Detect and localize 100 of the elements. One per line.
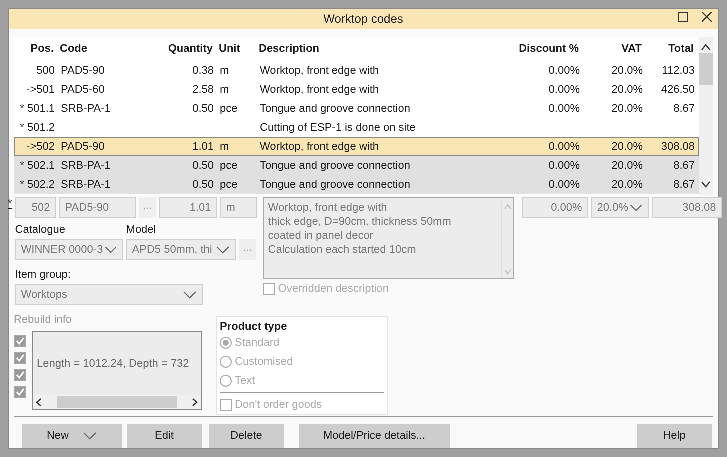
table-cell-text: ->502 [26, 140, 56, 154]
table-cell-text: 0.00% [548, 178, 581, 192]
table-cell-text: 426.50 [660, 82, 696, 96]
table-cell-text: 0.50 [192, 158, 215, 172]
radio-button[interactable] [220, 337, 232, 350]
column-header[interactable]: Unit [216, 42, 256, 56]
table-cell-text: PAD5-60 [60, 82, 106, 96]
dont-order-label: Don't order goods [235, 398, 322, 412]
table-cell-text: ->501 [26, 82, 56, 96]
caret-icon [630, 204, 644, 212]
description-line: Worktop, front edge with [268, 201, 388, 215]
table-cell-text: Worktop, front edge with [259, 64, 380, 78]
table-cell-text: * 502.2 [19, 178, 56, 192]
scroll-left-icon[interactable] [36, 398, 42, 406]
row-marker: * [8, 197, 12, 211]
table-cell-text: 2.58 [192, 82, 215, 96]
table-row[interactable]: * 502.2 SRB-PA-1 0.50 pce Tongue and groove connection 0.00% 20.0% 8.67 [14, 175, 699, 194]
column-header[interactable]: Code [57, 42, 156, 56]
scroll-thumb[interactable] [57, 396, 177, 408]
table-cell-text: Tongue and groove connection [259, 178, 412, 192]
table-cell-text: 8.67 [672, 102, 696, 116]
dialog-button[interactable]: Help [637, 424, 712, 448]
pos-field[interactable]: 502 [15, 197, 56, 218]
close-icon[interactable] [702, 12, 712, 22]
table-cell-text: 0.50 [192, 102, 215, 116]
table-cell-text: 20.0% [610, 102, 644, 116]
caret-icon [216, 246, 230, 254]
table-cell-text: m [219, 140, 230, 154]
rebuild-checkbox[interactable] [14, 335, 26, 347]
radio-button[interactable] [220, 374, 232, 387]
vat-select[interactable]: 20.0% [591, 197, 650, 218]
table-cell-text: 8.67 [672, 158, 696, 172]
table-cell-text: SRB-PA-1 [60, 102, 112, 116]
menu-button[interactable]: New [22, 424, 122, 448]
table-cell-text: 20.0% [610, 158, 644, 172]
item-group-select[interactable]: Worktops [15, 284, 204, 305]
quantity-field[interactable]: 1.01 [159, 197, 218, 218]
code-field[interactable]: PAD5-90 [59, 197, 136, 218]
overridden-label: Overridden description [278, 282, 389, 296]
table-cell-text: SRB-PA-1 [60, 178, 112, 192]
discount-field[interactable]: 0.00% [522, 197, 588, 218]
table-cell-text: 20.0% [610, 82, 644, 96]
overridden-checkbox[interactable] [263, 283, 276, 295]
maximize-icon[interactable] [678, 12, 688, 22]
scroll-down-icon[interactable] [701, 181, 711, 189]
rebuild-checkbox[interactable] [14, 386, 26, 398]
table-cell-text: 0.00% [548, 82, 581, 96]
table-cell-text: pce [219, 158, 239, 172]
column-header[interactable]: Discount % [515, 42, 582, 56]
table-cell-text: 1.01 [192, 140, 215, 154]
table-cell-text: * 501.2 [19, 120, 56, 134]
catalogue-label: Catalogue [15, 223, 66, 237]
column-header[interactable]: Total [645, 42, 697, 56]
radio-button[interactable] [220, 356, 232, 368]
model-select[interactable]: APD5 50mm, thi [126, 239, 236, 260]
column-header[interactable]: Description [256, 42, 515, 56]
dialog-button[interactable]: Model/Price details... [299, 424, 450, 448]
caret-icon [183, 290, 198, 298]
table-cell-text: m [219, 64, 230, 78]
table-cell-text: Worktop, front edge with [259, 82, 380, 96]
rebuild-checkbox[interactable] [14, 352, 26, 364]
table-cell-text: 0.00% [548, 64, 581, 78]
product-type-title: Product type [220, 320, 288, 334]
caret-icon [83, 432, 97, 440]
catalogue-select[interactable]: WINNER 0000-3 [15, 239, 124, 260]
table-cell-text: 0.00% [548, 140, 581, 154]
table-cell-text: SRB-PA-1 [60, 158, 112, 172]
dialog-button[interactable]: Edit [127, 424, 202, 448]
table-cell-text: PAD5-90 [60, 64, 106, 78]
table-cell-text: 500 [36, 64, 56, 78]
description-line: thick edge, D=90cm, thickness 50mm [268, 215, 452, 229]
dont-order-checkbox[interactable] [220, 398, 232, 411]
description-line: Calculation each started 10cm [268, 243, 418, 257]
table-cell-text: Worktop, front edge with [259, 140, 380, 154]
table-cell-text: 112.03 [661, 64, 696, 78]
table-cell-text: * 502.1 [19, 158, 56, 172]
scroll-thumb[interactable] [699, 53, 713, 85]
column-header[interactable]: Pos. [14, 42, 57, 56]
scrollbar[interactable] [699, 37, 713, 195]
item-group-label: Item group: [15, 268, 71, 282]
scroll-right-icon[interactable] [192, 398, 198, 406]
dialog-button[interactable]: Delete [209, 424, 284, 448]
table-cell-text: 20.0% [610, 64, 644, 78]
column-header[interactable]: VAT [582, 42, 645, 56]
rebuild-checkbox[interactable] [14, 369, 26, 381]
table-cell-text: 20.0% [610, 178, 644, 192]
table-cell-text: PAD5-90 [60, 140, 106, 154]
table-cell-text: 20.0% [610, 140, 644, 154]
unit-field[interactable]: m [220, 197, 258, 218]
column-header[interactable]: Quantity [156, 42, 216, 56]
radio-label: Text [235, 374, 256, 388]
total-field[interactable]: 308.08 [652, 197, 722, 218]
caret-icon [105, 246, 118, 254]
window-title: Worktop codes [324, 12, 404, 26]
table-row[interactable]: ->502 PAD5-90 1.01 m Worktop, front edge with 0.00% 20.0% 308.08 [14, 137, 699, 156]
table-cell-text: m [219, 82, 230, 96]
radio-label: Customised [235, 355, 294, 370]
rebuild-info-label: Rebuild info [14, 313, 72, 327]
table-row[interactable]: * 502.1 SRB-PA-1 0.50 pce Tongue and groove connection 0.00% 20.0% 8.67 [14, 156, 699, 175]
scroll-up-icon[interactable] [701, 43, 711, 51]
